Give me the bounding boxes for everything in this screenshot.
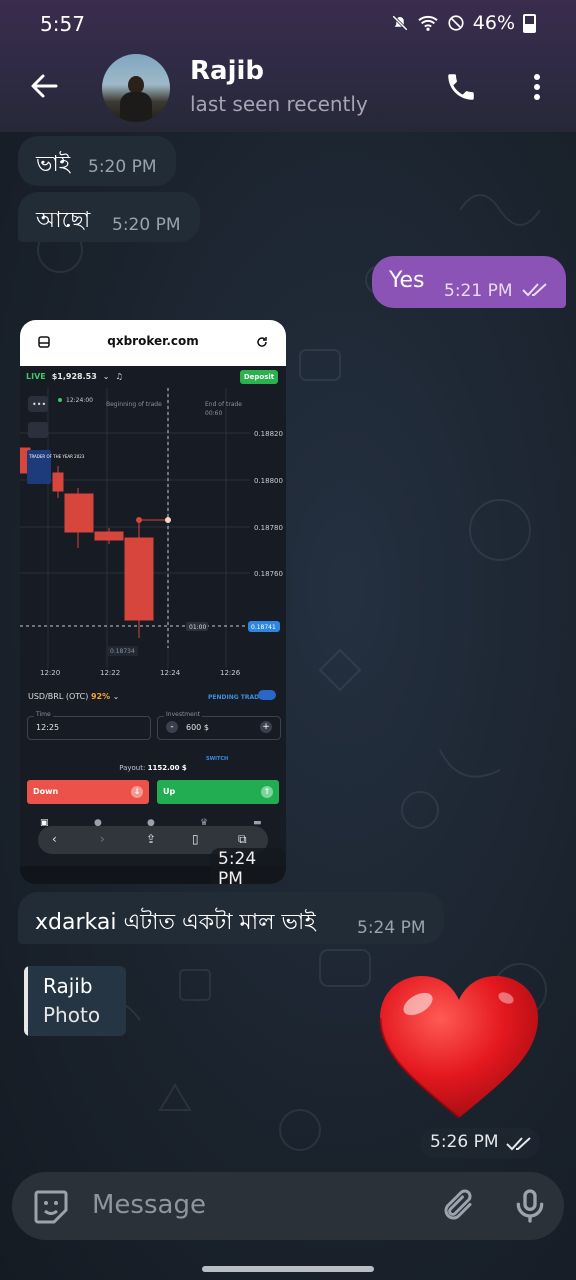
avatar[interactable] bbox=[102, 54, 170, 122]
down-button: Down ↓ bbox=[27, 780, 149, 804]
message-text: xdarkai এটাত একটা মাল ভাই bbox=[35, 910, 316, 935]
message-time: 5:24 PM bbox=[210, 848, 286, 884]
message-time: 5:24 PM bbox=[357, 918, 426, 938]
bookmarks-icon: ▯ bbox=[192, 832, 199, 846]
reply-preview[interactable]: Rajib Photo bbox=[24, 966, 126, 1036]
incoming-message[interactable]: xdarkai এটাত একটা মাল ভাই 5:24 PM bbox=[18, 892, 444, 944]
arrow-down-icon: ↓ bbox=[131, 786, 143, 798]
read-checkmarks-icon bbox=[522, 283, 547, 297]
photo-message[interactable]: qxbroker.com LIVE $1,928.53 ⌄ ♫ Deposit bbox=[20, 320, 286, 884]
back-arrow-icon[interactable] bbox=[26, 68, 62, 104]
incoming-message[interactable]: ভাই 5:20 PM bbox=[18, 136, 176, 186]
wifi-icon bbox=[418, 15, 438, 31]
status-time: 5:57 bbox=[40, 12, 85, 36]
phone-call-icon[interactable] bbox=[444, 70, 478, 104]
end-time: 00:60 bbox=[205, 410, 222, 417]
bell-icon: ♫ bbox=[115, 372, 123, 381]
attachment-icon[interactable] bbox=[440, 1188, 476, 1224]
message-time: 5:20 PM bbox=[88, 157, 157, 177]
tabs-icon: ⧉ bbox=[238, 832, 247, 846]
up-button: Up ↑ bbox=[157, 780, 279, 804]
more-options-icon[interactable] bbox=[526, 72, 548, 102]
message-text: ভাই bbox=[36, 152, 71, 177]
current-price: 0.18741 bbox=[251, 624, 276, 631]
pending-trade-label: PENDING TRADE bbox=[208, 694, 264, 701]
switch-label: SWITCH bbox=[206, 756, 229, 762]
chevron-down-icon: ⌄ bbox=[102, 372, 110, 381]
message-time: 5:26 PM bbox=[430, 1132, 499, 1152]
balance: $1,928.53 bbox=[51, 372, 97, 381]
heart-time-badge: 5:26 PM bbox=[420, 1128, 540, 1158]
do-not-disturb-icon bbox=[448, 15, 464, 31]
forward-icon: › bbox=[100, 832, 105, 846]
mute-icon bbox=[391, 15, 408, 31]
svg-text:•••: ••• bbox=[32, 400, 46, 409]
pending-trade-toggle bbox=[258, 690, 276, 700]
sticker-emoji-icon[interactable] bbox=[32, 1188, 70, 1226]
status-bar: 5:57 46% bbox=[0, 0, 576, 52]
minus-icon: - bbox=[166, 721, 178, 733]
arrow-up-icon: ↑ bbox=[261, 786, 273, 798]
microphone-icon[interactable] bbox=[510, 1186, 550, 1226]
x-tick: 12:22 bbox=[100, 669, 120, 677]
share-icon: ⇪ bbox=[146, 832, 157, 846]
countdown: 01:00 bbox=[189, 624, 206, 631]
message-input[interactable]: Message bbox=[92, 1190, 206, 1220]
y-tick: 0.18780 bbox=[254, 524, 283, 532]
chat-header: 5:57 46% Rajib last seen recently bbox=[0, 0, 576, 132]
heart-sticker[interactable] bbox=[376, 972, 542, 1122]
last-seen-status: last seen recently bbox=[190, 92, 368, 116]
point-time: 12:24:00 bbox=[66, 397, 93, 404]
x-tick: 12:26 bbox=[220, 669, 241, 677]
time-field: Time 12:25 bbox=[27, 711, 151, 740]
live-badge: LIVE bbox=[26, 372, 46, 381]
beginning-of-trade-label: Beginning of trade bbox=[106, 401, 162, 408]
reply-text: Photo bbox=[43, 1003, 101, 1027]
message-text: আছো bbox=[36, 208, 91, 233]
read-checkmarks-icon bbox=[506, 1137, 531, 1151]
battery-icon bbox=[523, 13, 536, 33]
battery-percent: 46% bbox=[472, 12, 515, 34]
trading-app: LIVE $1,928.53 ⌄ ♫ Deposit 12:24:00 Begi… bbox=[20, 366, 286, 866]
end-of-trade-label: End of trade bbox=[205, 401, 242, 408]
message-time: 5:20 PM bbox=[112, 215, 181, 235]
incoming-message[interactable]: আছো 5:20 PM bbox=[18, 192, 200, 242]
message-text: Yes bbox=[389, 268, 425, 293]
asset-pair: USD/BRL (OTC) 92% ⌄ bbox=[28, 692, 120, 701]
y-tick: 0.18820 bbox=[254, 430, 283, 438]
candlestick-chart: 12:24:00 Beginning of trade End of trade… bbox=[20, 388, 283, 677]
url-text: qxbroker.com bbox=[107, 334, 199, 348]
y-tick: 0.18800 bbox=[254, 477, 283, 485]
home-indicator bbox=[202, 1266, 374, 1272]
investment-field: Investment - 600 $ + bbox=[157, 711, 281, 740]
back-icon: ‹ bbox=[52, 832, 57, 846]
payout: Payout: 1152.00 $ bbox=[119, 764, 187, 772]
promo-badge: TRADER OF THE YEAR 2023 bbox=[28, 454, 85, 459]
browser-address-bar: qxbroker.com bbox=[20, 320, 286, 366]
y-tick: 0.18760 bbox=[254, 570, 283, 578]
x-tick: 12:20 bbox=[40, 669, 60, 677]
reload-icon bbox=[257, 337, 267, 347]
contact-name[interactable]: Rajib bbox=[190, 56, 264, 86]
plus-icon: + bbox=[260, 721, 272, 733]
x-tick: 12:24 bbox=[160, 669, 181, 677]
deposit-button: Deposit bbox=[240, 370, 278, 384]
message-time: 5:21 PM bbox=[444, 281, 513, 301]
reply-author: Rajib bbox=[43, 974, 93, 998]
outgoing-message[interactable]: Yes 5:21 PM bbox=[372, 256, 566, 308]
message-composer: Message bbox=[12, 1172, 564, 1240]
low-price-label: 0.18734 bbox=[110, 648, 135, 655]
